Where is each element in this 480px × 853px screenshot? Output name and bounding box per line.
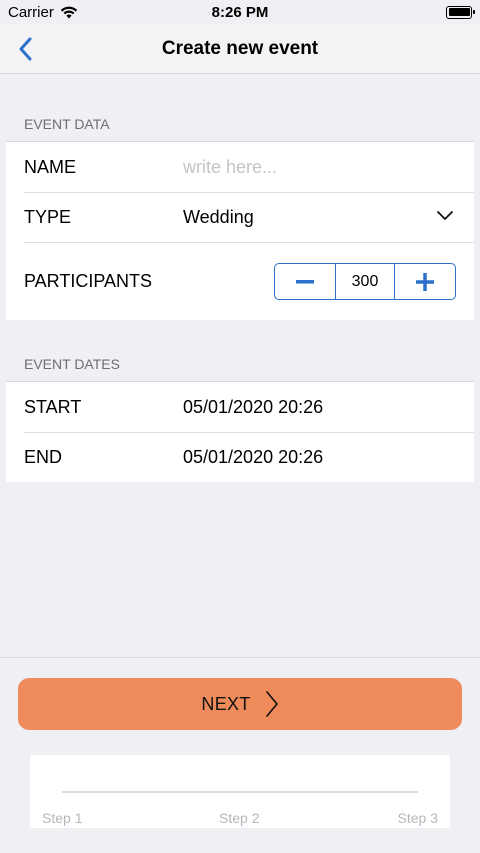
name-row: NAME xyxy=(6,142,474,192)
next-label: NEXT xyxy=(201,693,251,714)
event-dates-group: START 05/01/2020 20:26 END 05/01/2020 20… xyxy=(6,381,474,482)
step-1-label: Step 1 xyxy=(42,810,83,826)
step-3-label: Step 3 xyxy=(397,810,438,826)
end-value[interactable]: 05/01/2020 20:26 xyxy=(183,447,474,468)
decrement-button[interactable] xyxy=(275,264,335,299)
type-label: TYPE xyxy=(24,206,72,227)
chevron-left-icon xyxy=(19,37,32,61)
name-label: NAME xyxy=(24,156,77,177)
minus-icon xyxy=(296,279,314,283)
status-bar: Carrier 8:26 PM xyxy=(0,0,480,24)
type-value[interactable]: Wedding xyxy=(183,207,474,228)
carrier-label: Carrier xyxy=(8,3,54,21)
event-dates-header: EVENT DATES xyxy=(24,356,120,372)
end-label: END xyxy=(24,446,63,467)
chevron-right-icon xyxy=(265,691,278,717)
step-2-label: Step 2 xyxy=(219,810,260,826)
steps-line xyxy=(62,791,418,793)
bottom-area: NEXT Step 1 Step 2 Step 3 xyxy=(0,657,480,853)
plus-icon xyxy=(416,272,434,291)
end-row[interactable]: END 05/01/2020 20:26 xyxy=(6,432,474,482)
chevron-down-icon[interactable] xyxy=(436,209,454,221)
wifi-icon xyxy=(60,6,78,18)
type-row[interactable]: TYPE Wedding xyxy=(6,192,474,242)
participants-value[interactable]: 300 xyxy=(335,264,395,299)
start-row[interactable]: START 05/01/2020 20:26 xyxy=(6,382,474,432)
nav-bar: Create new event xyxy=(0,24,480,74)
back-button[interactable] xyxy=(8,32,42,66)
status-left: Carrier xyxy=(8,4,78,21)
name-input[interactable] xyxy=(183,156,443,178)
next-button[interactable]: NEXT xyxy=(18,678,462,730)
increment-button[interactable] xyxy=(395,264,455,299)
start-label: START xyxy=(24,396,82,417)
participants-label: PARTICIPANTS xyxy=(24,270,153,291)
steps-progress: Step 1 Step 2 Step 3 xyxy=(30,755,450,828)
battery-icon xyxy=(446,5,475,19)
event-data-group: NAME TYPE Wedding PARTICIPANTS 300 xyxy=(6,141,474,320)
participants-stepper: 300 xyxy=(274,263,456,300)
start-value[interactable]: 05/01/2020 20:26 xyxy=(183,397,474,418)
participants-row: PARTICIPANTS 300 xyxy=(6,242,474,320)
event-data-header: EVENT DATA xyxy=(24,116,110,132)
page-title: Create new event xyxy=(161,37,319,59)
